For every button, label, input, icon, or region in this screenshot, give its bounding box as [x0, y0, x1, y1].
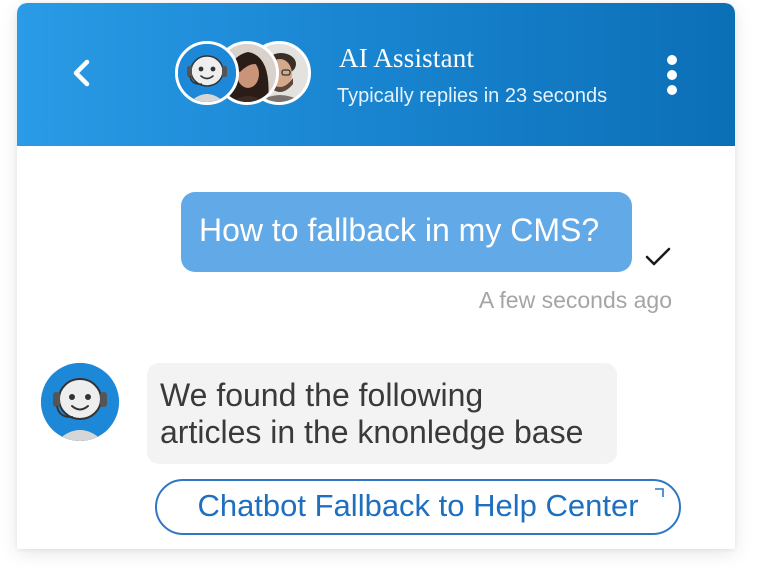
article-link-label: Chatbot Fallback to Help Center: [197, 488, 639, 523]
help-center-article-link[interactable]: Chatbot Fallback to Help Center: [155, 479, 681, 535]
chat-title: AI Assistant: [339, 43, 475, 73]
agent-avatar-group: [175, 41, 315, 111]
bot-message-bubble: We found the following articles in the k…: [147, 363, 617, 464]
reply-time-subtitle: Typically replies in 23 seconds: [337, 85, 608, 107]
bot-message-line-2: articles in the knonledge base: [160, 414, 584, 450]
bot-avatar-header: [175, 41, 239, 105]
bot-message-line-1: We found the following: [160, 377, 484, 413]
chevron-left-icon: [73, 59, 90, 87]
more-options-button[interactable]: [664, 55, 680, 95]
external-link-icon: [655, 488, 664, 497]
chat-window: AI Assistant Typically replies in 23 sec…: [17, 3, 735, 549]
back-button[interactable]: [65, 53, 101, 93]
chat-header: AI Assistant Typically replies in 23 sec…: [17, 3, 735, 146]
message-timestamp: A few seconds ago: [478, 287, 672, 313]
bot-avatar: [41, 363, 119, 441]
checkmark-icon: [643, 245, 673, 269]
user-message-bubble: How to fallback in my CMS?: [181, 192, 632, 272]
